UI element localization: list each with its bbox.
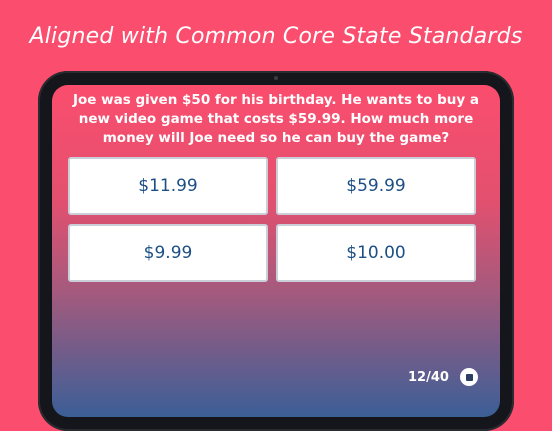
question-text: Joe was given $50 for his birthday. He w… (73, 92, 479, 146)
answer-option-4[interactable]: $10.00 (276, 224, 476, 282)
quiz-screen: Joe was given $50 for his birthday. He w… (52, 85, 500, 417)
stop-button[interactable] (460, 368, 478, 386)
promo-banner-title: Aligned with Common Core State Standards (29, 23, 523, 49)
camera-dot (274, 76, 278, 80)
stop-icon (465, 373, 473, 381)
tablet-device-frame: Joe was given $50 for his birthday. He w… (38, 71, 514, 431)
answer-option-2[interactable]: $59.99 (276, 157, 476, 215)
answer-option-1[interactable]: $11.99 (68, 157, 268, 215)
question-progress: 12/40 (408, 370, 449, 385)
answer-option-3[interactable]: $9.99 (68, 224, 268, 282)
